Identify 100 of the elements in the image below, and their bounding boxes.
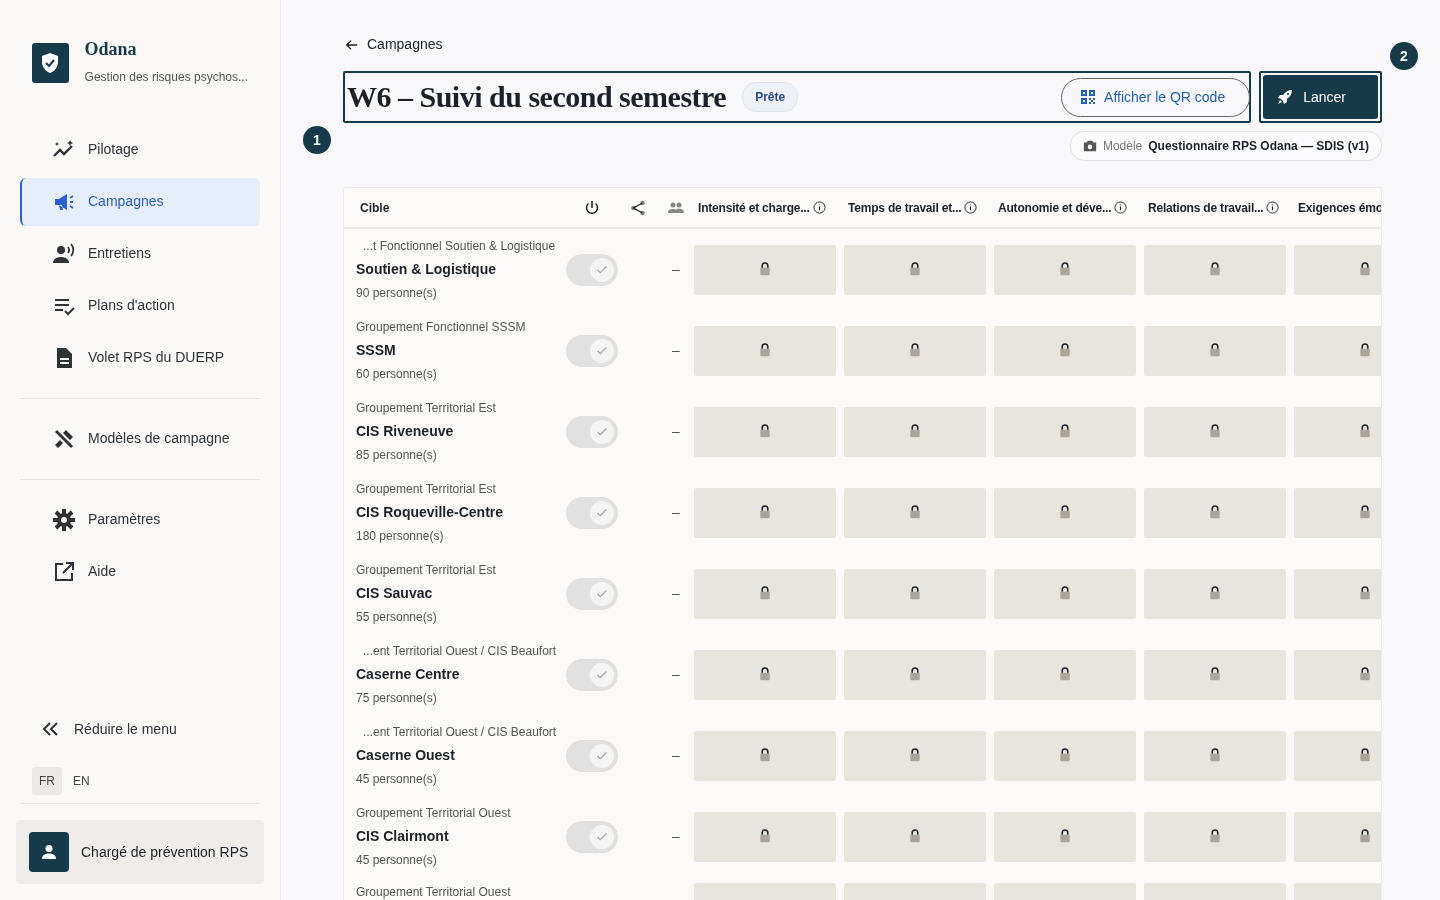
- lock-icon: [1058, 424, 1072, 439]
- column-header: Cible: [359, 199, 391, 217]
- lock-icon: [1208, 424, 1222, 439]
- empty-value: –: [672, 828, 680, 844]
- lock-icon: [908, 748, 922, 763]
- lock-icon: [758, 505, 772, 520]
- empty-value: –: [672, 504, 680, 520]
- language-option[interactable]: FR: [32, 767, 62, 795]
- target-group: Groupement Territorial Ouest: [356, 883, 566, 900]
- target-group: Groupement Fonctionnel SSSM: [356, 318, 566, 336]
- lock-icon: [758, 424, 772, 439]
- target-count: 75 personne(s): [356, 690, 438, 707]
- lock-icon: [1058, 505, 1072, 520]
- camera-icon: [1082, 139, 1097, 153]
- target-group: ...ent Territorial Ouest / CIS Beaufort: [356, 723, 566, 741]
- lock-icon: [1208, 262, 1222, 277]
- column-header: Temps de travail et...: [848, 199, 962, 217]
- column-header: Relations de travail...: [1148, 199, 1264, 217]
- lock-icon: [1358, 586, 1372, 601]
- lock-icon: [1358, 667, 1372, 682]
- lock-icon: [908, 343, 922, 358]
- target-count: 85 personne(s): [356, 447, 438, 464]
- target-name: Caserne Ouest: [356, 746, 456, 765]
- lock-icon: [1208, 748, 1222, 763]
- target-group: ...ent Territorial Ouest / CIS Beaufort: [356, 642, 566, 660]
- target-group: Groupement Territorial Est: [356, 480, 566, 498]
- language-option[interactable]: EN: [66, 767, 97, 795]
- lock-icon: [758, 343, 772, 358]
- lock-icon: [758, 262, 772, 277]
- lock-icon: [758, 586, 772, 601]
- lock-icon: [758, 748, 772, 763]
- info-icon: [1114, 201, 1128, 214]
- target-count: 45 personne(s): [356, 852, 438, 869]
- lock-icon: [908, 829, 922, 844]
- empty-value: –: [672, 423, 680, 439]
- power-icon: [584, 199, 600, 216]
- brand-tagline: Gestion des risques psychos...: [84, 68, 248, 86]
- lock-icon: [1208, 829, 1222, 844]
- lock-icon: [1358, 748, 1372, 763]
- lock-icon: [1058, 667, 1072, 682]
- column-header: Intensité et charge...: [698, 199, 810, 217]
- lock-icon: [908, 505, 922, 520]
- qr-code-icon: [1080, 89, 1097, 105]
- lock-icon: [758, 829, 772, 844]
- target-count: 180 personne(s): [356, 528, 445, 545]
- target-name: SSSM: [356, 341, 397, 360]
- nav-item[interactable]: Modèles de campagne: [20, 414, 260, 463]
- external-link-icon: [52, 559, 76, 584]
- nav-item[interactable]: Plans d'action: [20, 281, 260, 330]
- back-arrow-icon: [345, 37, 359, 52]
- empty-value: –: [672, 342, 680, 358]
- lock-icon: [908, 424, 922, 439]
- target-name: Soutien & Logistique: [356, 260, 497, 279]
- info-icon: [1266, 201, 1280, 214]
- nav-item[interactable]: Campagnes: [20, 177, 260, 226]
- info-icon: [964, 201, 978, 214]
- info-icon: [812, 201, 826, 214]
- lock-icon: [908, 586, 922, 601]
- person-speaking-icon: [52, 241, 76, 266]
- target-name: CIS Roqueville-Centre: [356, 503, 505, 522]
- lock-icon: [1208, 343, 1222, 358]
- lock-icon: [1058, 262, 1072, 277]
- lock-icon: [1208, 586, 1222, 601]
- page-title: W6 – Suivi du second semestre: [347, 79, 727, 115]
- launch-button[interactable]: Lancer: [1263, 75, 1378, 119]
- nav-item[interactable]: Aide: [20, 547, 260, 596]
- lock-icon: [1208, 667, 1222, 682]
- nav-item[interactable]: Volet RPS du DUERP: [20, 333, 260, 382]
- lock-icon: [1058, 748, 1072, 763]
- lock-icon: [1208, 505, 1222, 520]
- column-header: Autonomie et déve...: [998, 199, 1112, 217]
- empty-value: –: [672, 666, 680, 682]
- callout-marker: 2: [1390, 42, 1418, 70]
- lock-icon: [1358, 829, 1372, 844]
- target-count: 60 personne(s): [356, 366, 438, 383]
- user-avatar-icon: [29, 832, 69, 872]
- lock-icon: [908, 667, 922, 682]
- back-link[interactable]: Campagnes: [345, 34, 443, 55]
- target-name: Caserne Centre: [356, 665, 461, 684]
- lock-icon: [1358, 505, 1372, 520]
- target-count: 45 personne(s): [356, 771, 438, 788]
- share-icon: [630, 199, 646, 216]
- lock-icon: [1058, 343, 1072, 358]
- collapse-menu-button[interactable]: Réduire le menu: [20, 705, 260, 753]
- target-group: Groupement Territorial Est: [356, 561, 566, 579]
- user-role: Chargé de prévention RPS: [81, 842, 249, 862]
- target-name: CIS Sauvac: [356, 584, 434, 603]
- lock-icon: [1358, 424, 1372, 439]
- lock-icon: [1358, 262, 1372, 277]
- lock-icon: [1058, 829, 1072, 844]
- status-badge: Prête: [742, 82, 799, 112]
- nav-item[interactable]: Pilotage: [20, 125, 260, 174]
- user-card[interactable]: Chargé de prévention RPS: [16, 820, 264, 884]
- brand-name: Odana: [84, 40, 138, 60]
- target-group: ...t Fonctionnel Soutien & Logistique: [356, 237, 566, 255]
- gear-icon: [52, 507, 76, 532]
- nav-item[interactable]: Paramètres: [20, 495, 260, 544]
- target-group: Groupement Territorial Est: [356, 399, 566, 417]
- nav-item[interactable]: Entretiens: [20, 229, 260, 278]
- empty-value: –: [672, 747, 680, 763]
